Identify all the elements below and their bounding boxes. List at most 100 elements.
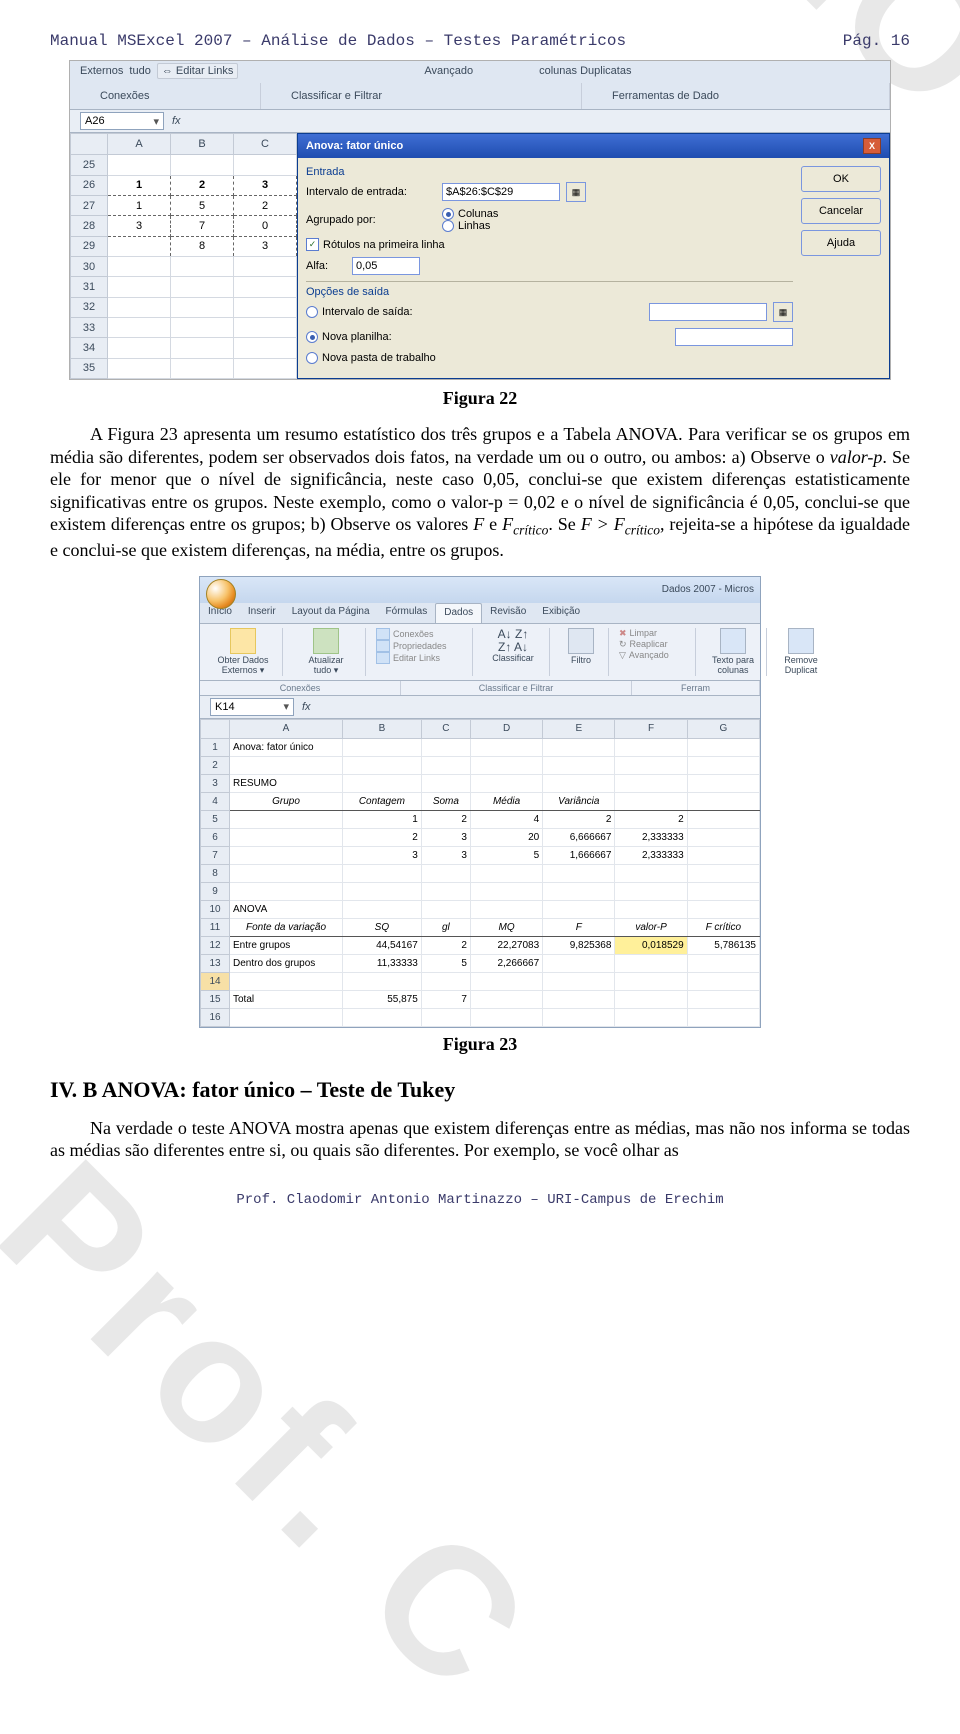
col-header[interactable]: A <box>108 134 171 155</box>
cell[interactable] <box>470 900 542 918</box>
cell[interactable] <box>421 900 470 918</box>
row-header[interactable]: 5 <box>201 810 230 828</box>
col-header[interactable]: B <box>343 719 422 738</box>
tab-exibicao[interactable]: Exibição <box>534 603 588 623</box>
name-box[interactable]: A26 ▾ <box>80 112 164 130</box>
cell[interactable] <box>421 1008 470 1026</box>
cell[interactable] <box>615 882 687 900</box>
col-header[interactable]: C <box>234 134 297 155</box>
cell[interactable] <box>687 864 759 882</box>
cell[interactable]: 2,333333 <box>615 846 687 864</box>
cell[interactable]: 1,666667 <box>543 846 615 864</box>
cell[interactable]: Contagem <box>343 792 422 810</box>
ribbon-remover-duplicatas[interactable]: RemoveDuplicat <box>771 628 831 676</box>
ribbon-texto-colunas[interactable]: Texto paracolunas <box>700 628 767 676</box>
cell[interactable]: F crítico <box>687 918 759 936</box>
row-header[interactable]: 28 <box>71 216 108 236</box>
cell[interactable] <box>615 954 687 972</box>
cell[interactable] <box>543 972 615 990</box>
fx-icon[interactable]: fx <box>172 115 181 127</box>
cell[interactable]: Entre grupos <box>230 936 343 954</box>
col-header[interactable]: F <box>615 719 687 738</box>
editar-links-button[interactable]: Editar Links <box>376 652 440 664</box>
cell[interactable] <box>343 774 422 792</box>
cell[interactable] <box>230 810 343 828</box>
cell[interactable] <box>230 828 343 846</box>
row-header[interactable]: 25 <box>71 155 108 175</box>
cell[interactable]: 55,875 <box>343 990 422 1008</box>
row-header[interactable]: 13 <box>201 954 230 972</box>
out-nova-pasta-radio[interactable]: Nova pasta de trabalho <box>306 352 436 364</box>
range-picker-icon[interactable]: ▦ <box>773 302 793 322</box>
cell[interactable]: 6,666667 <box>543 828 615 846</box>
tab-formulas[interactable]: Fórmulas <box>378 603 436 623</box>
cell[interactable]: 5,786135 <box>687 936 759 954</box>
cell[interactable] <box>687 756 759 774</box>
cell[interactable] <box>687 738 759 756</box>
ribbon-filtro[interactable]: Filtro <box>554 628 609 676</box>
cell[interactable] <box>470 1008 542 1026</box>
cell[interactable] <box>543 774 615 792</box>
tab-revisao[interactable]: Revisão <box>482 603 534 623</box>
cell[interactable] <box>543 900 615 918</box>
ribbon-atualizar[interactable]: Atualizartudo ▾ <box>287 628 366 676</box>
office-orb-icon[interactable] <box>206 579 236 609</box>
cell[interactable] <box>230 846 343 864</box>
cell[interactable] <box>230 882 343 900</box>
conexoes-button[interactable]: Conexões <box>376 628 434 640</box>
cell[interactable] <box>687 774 759 792</box>
cell[interactable]: 4 <box>470 810 542 828</box>
cell[interactable] <box>470 774 542 792</box>
cancel-button[interactable]: Cancelar <box>801 198 881 224</box>
cell[interactable]: valor-P <box>615 918 687 936</box>
tab-inserir[interactable]: Inserir <box>240 603 284 623</box>
cell[interactable] <box>421 738 470 756</box>
cell[interactable] <box>230 972 343 990</box>
cell[interactable] <box>615 774 687 792</box>
cell[interactable] <box>615 1008 687 1026</box>
cell[interactable] <box>421 774 470 792</box>
row-header[interactable]: 15 <box>201 990 230 1008</box>
select-all-corner[interactable] <box>71 134 108 155</box>
row-header[interactable]: 14 <box>201 972 230 990</box>
cell[interactable] <box>687 810 759 828</box>
cell[interactable] <box>343 756 422 774</box>
cell[interactable] <box>615 972 687 990</box>
cell[interactable]: ANOVA <box>230 900 343 918</box>
cell[interactable]: 2,333333 <box>615 828 687 846</box>
cell[interactable]: 2 <box>543 810 615 828</box>
cell[interactable]: Fonte da variação <box>230 918 343 936</box>
dialog-title-bar[interactable]: Anova: fator único X <box>298 134 889 158</box>
agrupado-colunas-radio[interactable]: Colunas <box>442 208 498 220</box>
name-box-2[interactable]: K14▾ <box>210 698 294 716</box>
cell[interactable] <box>230 1008 343 1026</box>
rotulos-checkbox[interactable]: Rótulos na primeira linha <box>306 238 445 251</box>
cell[interactable] <box>421 756 470 774</box>
cell[interactable]: gl <box>421 918 470 936</box>
cell[interactable]: 11,33333 <box>343 954 422 972</box>
row-header[interactable]: 7 <box>201 846 230 864</box>
cell[interactable] <box>470 972 542 990</box>
cell[interactable] <box>543 990 615 1008</box>
cell[interactable] <box>543 954 615 972</box>
cell[interactable] <box>615 792 687 810</box>
col-header[interactable]: A <box>230 719 343 738</box>
cell[interactable]: 44,54167 <box>343 936 422 954</box>
cell[interactable] <box>687 882 759 900</box>
row-header[interactable]: 27 <box>71 196 108 216</box>
cell[interactable] <box>543 882 615 900</box>
cell[interactable]: 22,27083 <box>470 936 542 954</box>
row-header[interactable]: 9 <box>201 882 230 900</box>
cell[interactable] <box>470 882 542 900</box>
cell[interactable]: F <box>543 918 615 936</box>
cell[interactable] <box>343 1008 422 1026</box>
row-header[interactable]: 35 <box>71 358 108 378</box>
cell[interactable]: Média <box>470 792 542 810</box>
cell[interactable] <box>543 756 615 774</box>
row-header[interactable]: 31 <box>71 277 108 297</box>
cell[interactable]: RESUMO <box>230 774 343 792</box>
close-icon[interactable]: X <box>863 138 881 154</box>
cell[interactable] <box>687 972 759 990</box>
cell[interactable]: 2 <box>615 810 687 828</box>
col-header[interactable]: B <box>171 134 234 155</box>
